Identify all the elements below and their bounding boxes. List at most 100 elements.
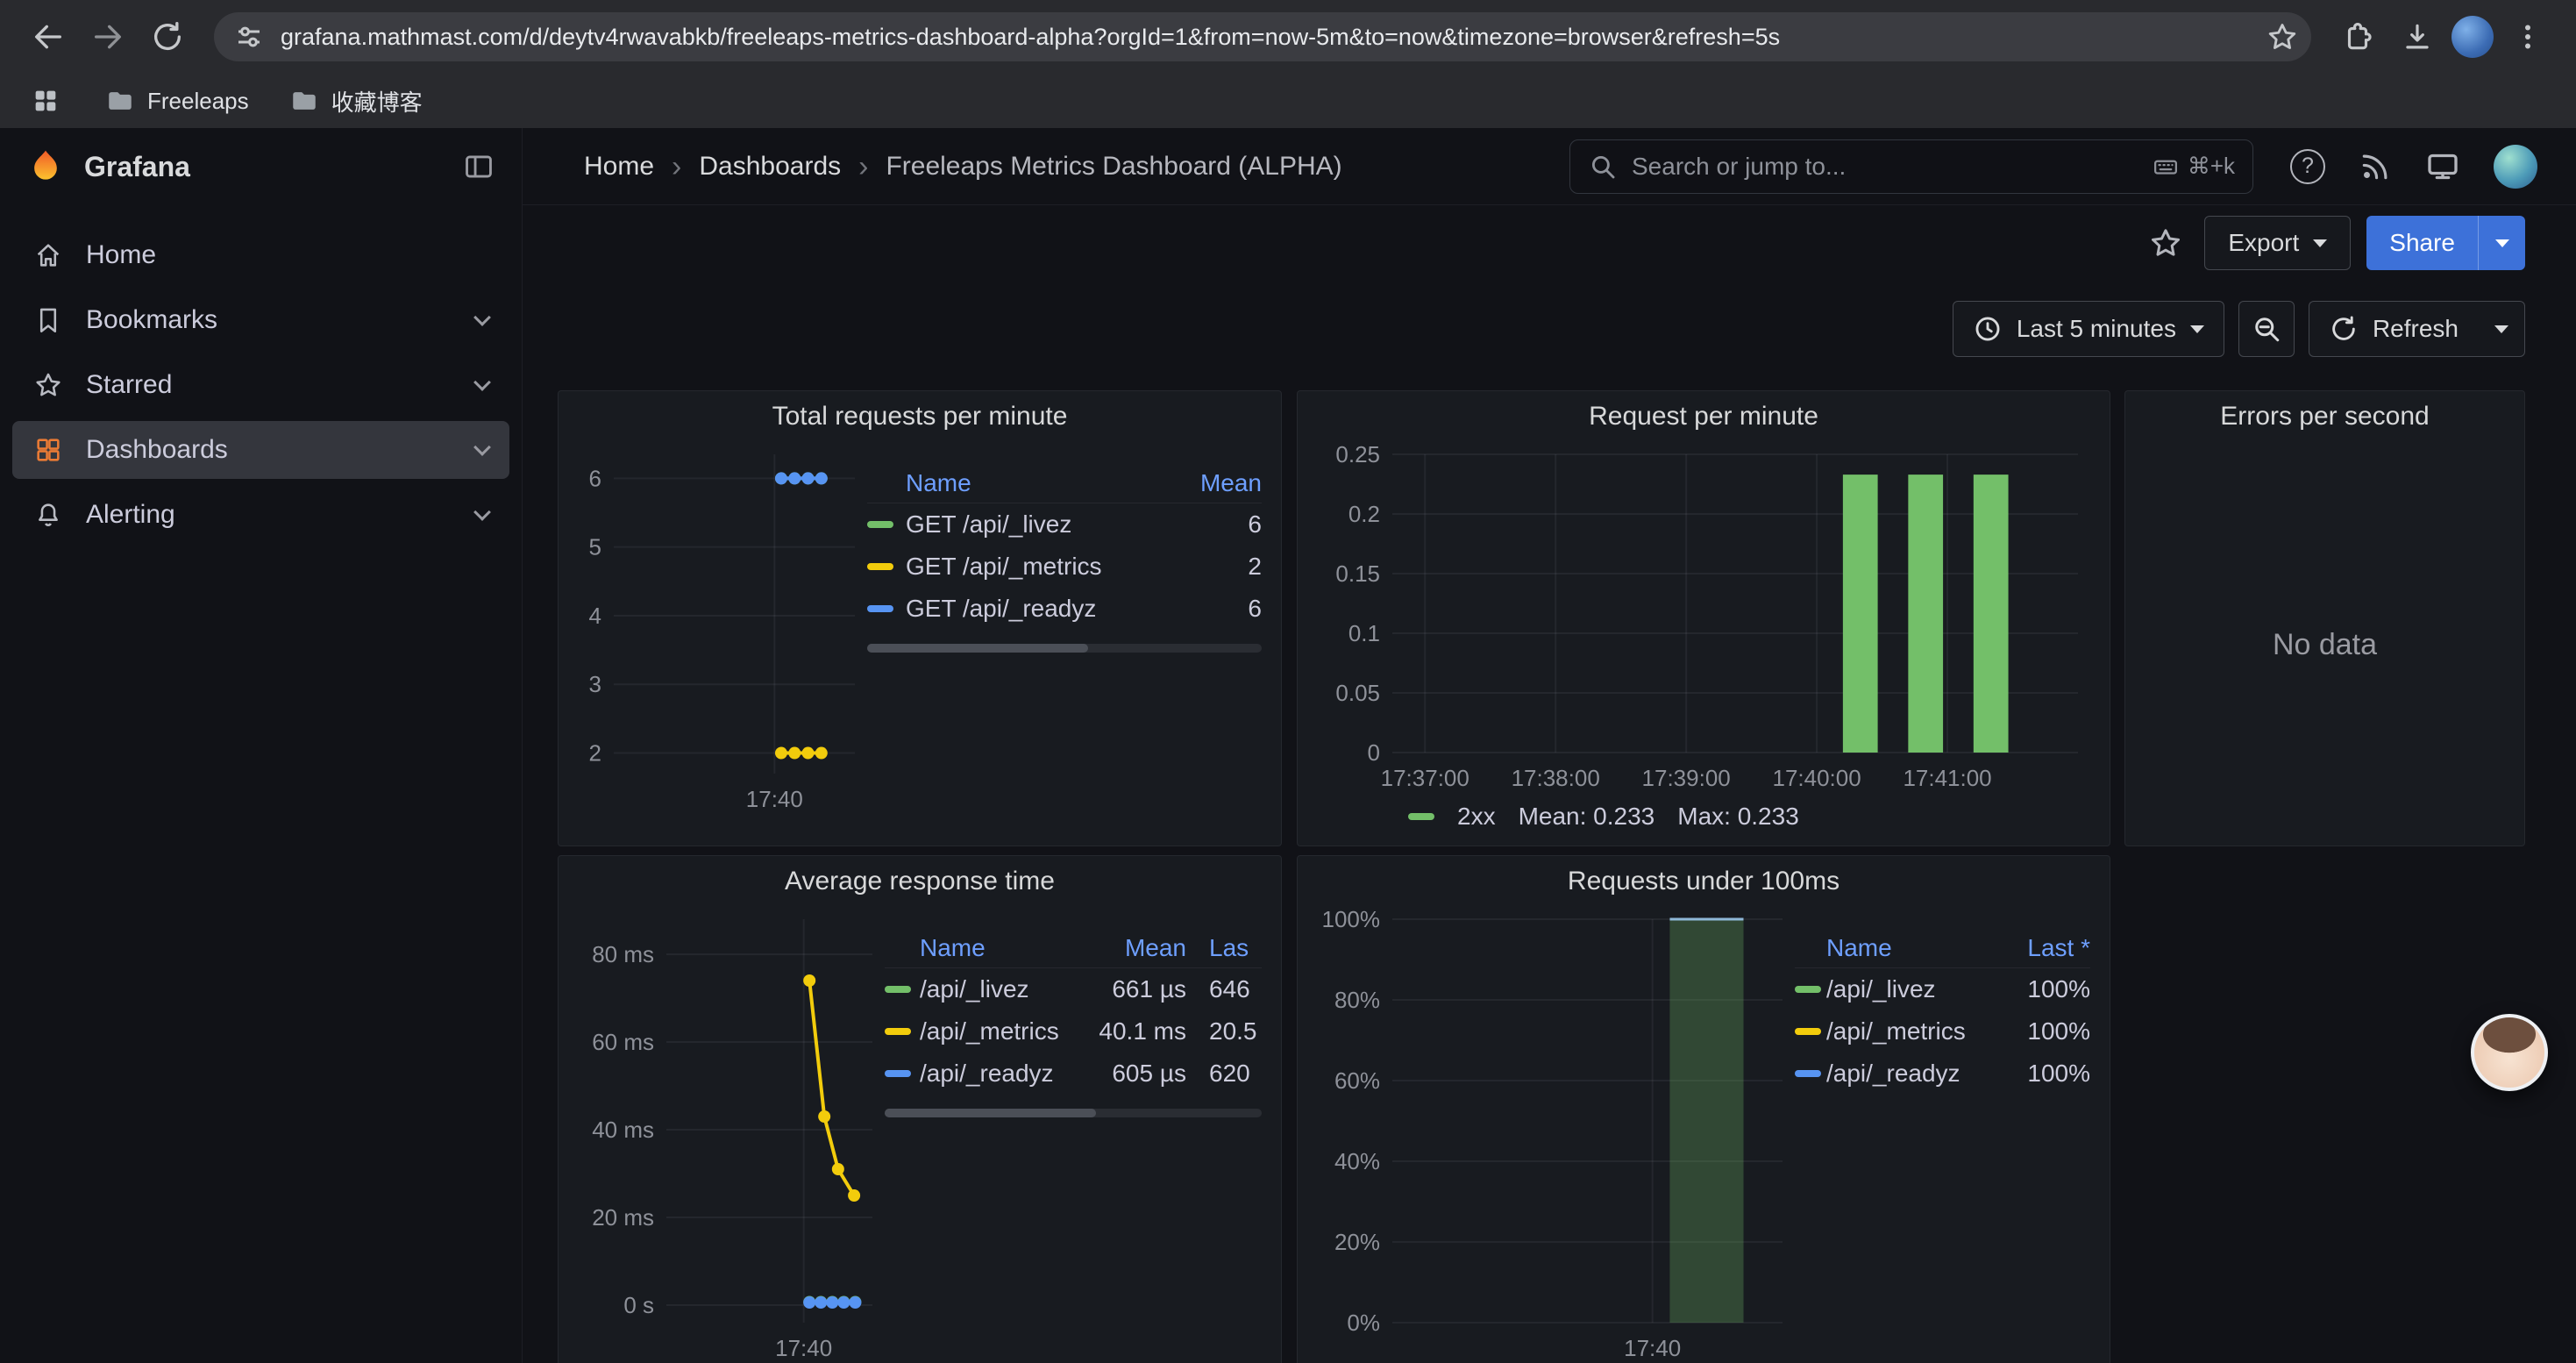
breadcrumb-home[interactable]: Home bbox=[584, 152, 654, 182]
back-button[interactable] bbox=[23, 11, 74, 62]
dashboard-canvas: Total requests per minute 2345617:40 Nam… bbox=[523, 377, 2576, 1363]
browser-profile-avatar[interactable] bbox=[2451, 16, 2494, 58]
legend-header-name[interactable]: Name bbox=[1826, 934, 1999, 962]
bar-chart[interactable]: 00.050.10.150.20.2517:37:0017:38:0017:39… bbox=[1317, 442, 2090, 793]
legend-series-name[interactable]: /api/_livez bbox=[1826, 975, 1999, 1003]
panel-title[interactable]: Errors per second bbox=[2220, 402, 2429, 432]
bookmark-folder-blog[interactable]: 收藏博客 bbox=[289, 85, 423, 118]
breadcrumb: Home › Dashboards › Freeleaps Metrics Da… bbox=[584, 152, 1342, 182]
bookmark-folder-freeleaps[interactable]: Freeleaps bbox=[105, 86, 249, 116]
legend-series-name[interactable]: /api/_readyz bbox=[920, 1060, 1081, 1088]
share-split-button: Share bbox=[2366, 216, 2525, 270]
bookmark-label: 收藏博客 bbox=[331, 85, 423, 118]
refresh-button[interactable]: Refresh bbox=[2309, 301, 2478, 357]
bar-chart[interactable]: 0%20%40%60%80%100%17:40 bbox=[1317, 907, 1795, 1363]
share-label: Share bbox=[2389, 229, 2455, 257]
caret-down-icon bbox=[2190, 325, 2204, 333]
browser-menu-button[interactable] bbox=[2502, 11, 2553, 62]
legend-series-name[interactable]: /api/_metrics bbox=[1826, 1017, 1999, 1045]
svg-text:17:40: 17:40 bbox=[746, 786, 803, 812]
apps-grid-button[interactable] bbox=[26, 82, 65, 120]
legend-row: GET /api/_metrics 2 bbox=[867, 546, 1262, 588]
panel-title[interactable]: Total requests per minute bbox=[772, 402, 1068, 432]
svg-text:40 ms: 40 ms bbox=[592, 1117, 654, 1143]
svg-text:40%: 40% bbox=[1334, 1148, 1380, 1174]
legend-row: /api/_readyz 605 µs 620 bbox=[885, 1053, 1262, 1095]
grafana-logo[interactable] bbox=[26, 147, 65, 186]
export-button[interactable]: Export bbox=[2204, 216, 2351, 270]
chevron-down-icon[interactable] bbox=[473, 439, 491, 456]
legend-max-stat: Max: 0.233 bbox=[1677, 803, 1799, 831]
time-range-picker[interactable]: Last 5 minutes bbox=[1953, 301, 2224, 357]
series-color-dash bbox=[867, 521, 893, 528]
chevron-down-icon[interactable] bbox=[473, 374, 491, 391]
download-icon bbox=[2401, 20, 2434, 54]
keyboard-icon bbox=[2153, 153, 2179, 180]
favorite-star-button[interactable] bbox=[2143, 220, 2188, 266]
forward-arrow-icon bbox=[90, 19, 125, 54]
legend-header-last[interactable]: Las bbox=[1186, 934, 1262, 962]
bookmark-star-icon[interactable] bbox=[2266, 20, 2299, 54]
legend-series-name[interactable]: 2xx bbox=[1457, 803, 1496, 831]
sidebar-item-dashboards[interactable]: Dashboards bbox=[12, 421, 509, 479]
site-info-icon[interactable] bbox=[233, 21, 265, 53]
sidebar-collapse-button[interactable] bbox=[462, 150, 495, 183]
sidebar-item-starred[interactable]: Starred bbox=[12, 356, 509, 414]
panel-total-requests: Total requests per minute 2345617:40 Nam… bbox=[558, 390, 1282, 846]
svg-text:0.1: 0.1 bbox=[1348, 620, 1380, 646]
time-series-chart[interactable]: 2345617:40 bbox=[578, 442, 867, 814]
zoom-out-button[interactable] bbox=[2238, 301, 2295, 357]
legend-header-mean[interactable]: Mean bbox=[1081, 934, 1186, 962]
rss-icon bbox=[2359, 150, 2392, 183]
share-options-button[interactable] bbox=[2478, 216, 2525, 270]
breadcrumb-dashboards[interactable]: Dashboards bbox=[699, 152, 841, 182]
legend-header-name[interactable]: Name bbox=[906, 469, 1148, 497]
time-series-chart[interactable]: 0 s20 ms40 ms60 ms80 ms17:40 bbox=[578, 907, 885, 1363]
legend-header-name[interactable]: Name bbox=[920, 934, 1081, 962]
chevron-down-icon[interactable] bbox=[473, 503, 491, 521]
legend-header-last[interactable]: Last * bbox=[1999, 934, 2090, 962]
sidebar-item-bookmarks[interactable]: Bookmarks bbox=[12, 291, 509, 349]
panel-body: 2345617:40 Name Mean GET /api/_livez 6 bbox=[559, 442, 1281, 824]
legend-series-name[interactable]: /api/_readyz bbox=[1826, 1060, 1999, 1088]
search-input[interactable] bbox=[1632, 153, 2138, 181]
assistant-avatar[interactable] bbox=[2471, 1014, 2548, 1091]
legend-scrollbar-thumb[interactable] bbox=[885, 1109, 1096, 1117]
svg-text:4: 4 bbox=[589, 603, 601, 629]
legend-series-name[interactable]: /api/_metrics bbox=[920, 1017, 1081, 1045]
panel-title[interactable]: Requests under 100ms bbox=[1568, 867, 1839, 896]
legend-series-mean: 2 bbox=[1148, 553, 1262, 581]
legend-series-last: 100% bbox=[1999, 975, 2090, 1003]
legend-scrollbar-thumb[interactable] bbox=[867, 644, 1088, 653]
legend-series-name[interactable]: GET /api/_livez bbox=[906, 510, 1148, 539]
forward-button[interactable] bbox=[82, 11, 133, 62]
legend-series-name[interactable]: GET /api/_readyz bbox=[906, 595, 1148, 623]
extensions-button[interactable] bbox=[2332, 11, 2383, 62]
refresh-interval-button[interactable] bbox=[2478, 301, 2525, 357]
sidebar-item-alerting[interactable]: Alerting bbox=[12, 486, 509, 544]
back-arrow-icon bbox=[31, 19, 66, 54]
legend-row: /api/_livez 100% bbox=[1795, 968, 2090, 1010]
sidebar-item-home[interactable]: Home bbox=[12, 226, 509, 284]
legend-header-mean[interactable]: Mean bbox=[1148, 469, 1262, 497]
svg-text:17:39:00: 17:39:00 bbox=[1642, 765, 1731, 791]
panel-title[interactable]: Request per minute bbox=[1589, 402, 1818, 432]
news-button[interactable] bbox=[2359, 150, 2392, 183]
panel-average-response-time: Average response time 0 s20 ms40 ms60 ms… bbox=[558, 855, 1282, 1363]
legend-series-name[interactable]: /api/_livez bbox=[920, 975, 1081, 1003]
legend-series-name[interactable]: GET /api/_metrics bbox=[906, 553, 1148, 581]
user-avatar[interactable] bbox=[2494, 145, 2537, 189]
search-box[interactable]: ⌘+k bbox=[1569, 139, 2253, 194]
downloads-button[interactable] bbox=[2392, 11, 2443, 62]
display-button[interactable] bbox=[2425, 149, 2460, 184]
panel-header: Request per minute bbox=[1298, 391, 2110, 442]
url-bar[interactable]: grafana.mathmast.com/d/deytv4rwavabkb/fr… bbox=[214, 12, 2311, 61]
help-button[interactable]: ? bbox=[2290, 149, 2325, 184]
chevron-down-icon[interactable] bbox=[473, 309, 491, 326]
panel-title[interactable]: Average response time bbox=[785, 867, 1055, 896]
share-button[interactable]: Share bbox=[2366, 216, 2478, 270]
legend-inline: 2xx Mean: 0.233 Max: 0.233 bbox=[1317, 793, 1799, 840]
svg-text:17:40:00: 17:40:00 bbox=[1772, 765, 1861, 791]
reload-button[interactable] bbox=[142, 11, 193, 62]
topnav-icons: ? bbox=[2283, 145, 2537, 189]
